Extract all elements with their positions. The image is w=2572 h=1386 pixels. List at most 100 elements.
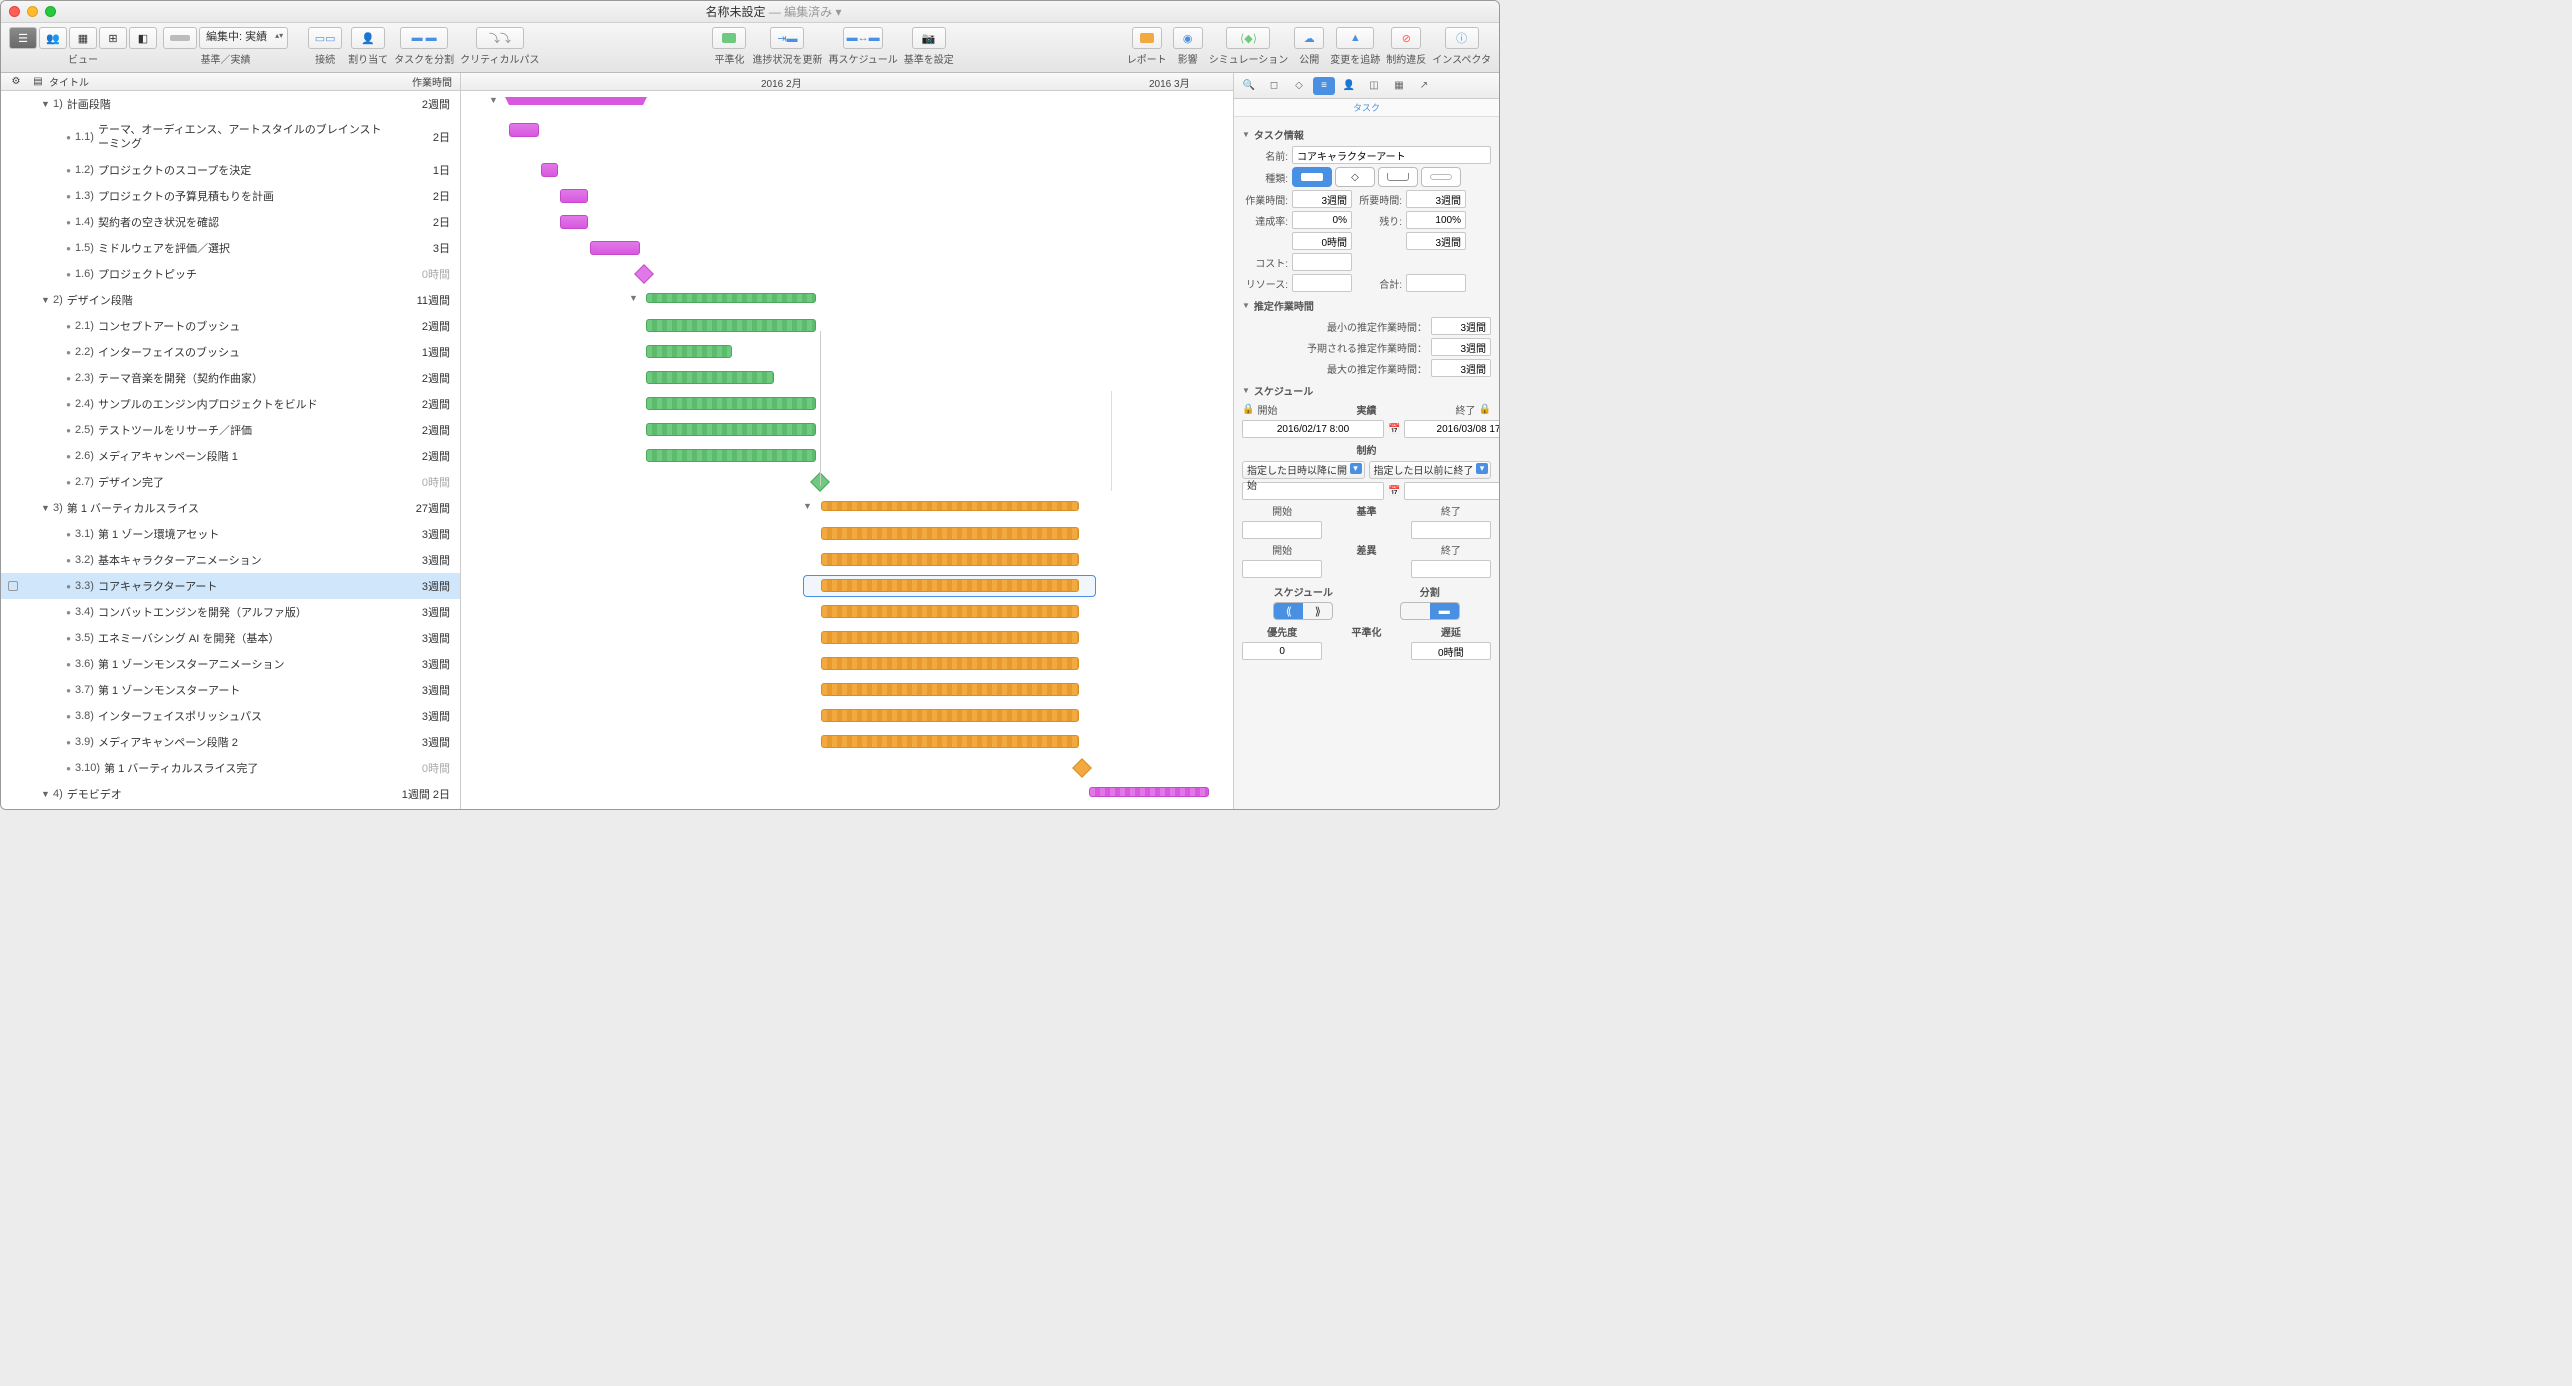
zoom-window-icon[interactable]	[45, 6, 56, 17]
gantt-bar[interactable]	[646, 319, 816, 332]
document-edited-indicator[interactable]: — 編集済み ▾	[769, 5, 842, 19]
reports-button[interactable]	[1132, 27, 1162, 49]
outline-task-row[interactable]: ●2.3)テーマ音楽を開発（契約作曲家）2週間	[1, 365, 460, 391]
inspector-toggle-button[interactable]: ⓘ	[1445, 27, 1479, 49]
cost-input[interactable]	[1292, 253, 1352, 271]
task-title[interactable]: エネミーバシング AI を開発（基本）	[98, 630, 390, 646]
baseline-start-input[interactable]	[1242, 521, 1322, 539]
outline-group-row[interactable]: ▼1)計画段階2週間	[1, 91, 460, 117]
outline-task-row[interactable]: ●3.1)第 1 ゾーン環境アセット3週間	[1, 521, 460, 547]
gantt-bar[interactable]	[646, 345, 732, 358]
est-min-input[interactable]	[1431, 317, 1491, 335]
outline-task-row[interactable]: ●3.5)エネミーバシング AI を開発（基本）3週間	[1, 625, 460, 651]
assign-button[interactable]: 👤	[351, 27, 385, 49]
set-baseline-button[interactable]: 📷	[912, 27, 946, 49]
outline-task-row[interactable]: ●3.4)コンバットエンジンを開発（アルファ版）3週間	[1, 599, 460, 625]
effort-done-input[interactable]	[1292, 232, 1352, 250]
task-title[interactable]: 第 1 バーティカルスライス	[67, 500, 390, 516]
view-styles-button[interactable]: ◧	[129, 27, 157, 49]
outline-task-row[interactable]: ●3.8)インターフェイスポリッシュパス3週間	[1, 703, 460, 729]
outline-group-row[interactable]: ▼2)デザイン段階11週間	[1, 287, 460, 313]
task-title[interactable]: プロジェクトピッチ	[98, 266, 390, 282]
task-title[interactable]: 計画段階	[67, 96, 390, 112]
type-milestone-button[interactable]: ◇	[1335, 167, 1375, 187]
gantt-bar[interactable]	[821, 683, 1079, 696]
effort-input[interactable]	[1292, 190, 1352, 208]
outline-task-row[interactable]: ●1.2)プロジェクトのスコープを決定1日	[1, 157, 460, 183]
inspector-resource-icon[interactable]: 👤	[1338, 77, 1360, 95]
network-button[interactable]: ◉	[1173, 27, 1203, 49]
gantt-bar[interactable]	[821, 527, 1079, 540]
disclosure-triangle-icon[interactable]: ▼	[41, 789, 53, 799]
lock-icon[interactable]: 🔒	[1242, 404, 1254, 415]
gantt-bar[interactable]	[560, 215, 588, 229]
section-task-info[interactable]: タスク情報	[1242, 127, 1491, 142]
task-title[interactable]: 第 1 ゾーンモンスターアニメーション	[98, 656, 390, 672]
gantt-bar[interactable]	[646, 449, 816, 462]
calendar-icon[interactable]: 📅	[1388, 424, 1400, 435]
lock-icon[interactable]: 🔒	[1479, 404, 1491, 415]
violations-button[interactable]: ⊘	[1391, 27, 1421, 49]
gantt-bar[interactable]	[560, 189, 588, 203]
resource-input[interactable]	[1292, 274, 1352, 292]
outline-task-row[interactable]: ●2.2)インターフェイスのブッシュ1週間	[1, 339, 460, 365]
inspector-columns-icon[interactable]: ▦	[1388, 77, 1410, 95]
gantt-bar[interactable]	[821, 553, 1079, 566]
view-gantt-button[interactable]: ☰	[9, 27, 37, 49]
outline-task-row[interactable]: ●3.7)第 1 ゾーンモンスターアート3週間	[1, 677, 460, 703]
connect-button[interactable]: ▭▭	[308, 27, 342, 49]
outline-task-row[interactable]: ●3.2)基本キャラクターアニメーション3週間	[1, 547, 460, 573]
outline-task-row[interactable]: ●3.3)コアキャラクターアート3週間	[1, 573, 460, 599]
end-date-input[interactable]	[1404, 420, 1499, 438]
task-title[interactable]: デモビデオ	[67, 786, 390, 802]
type-hammock-button[interactable]	[1378, 167, 1418, 187]
task-title[interactable]: テーマ、オーディエンス、アートスタイルのブレインストーミング	[98, 123, 390, 152]
total-input[interactable]	[1406, 274, 1466, 292]
critical-path-button[interactable]: ⤵⤵	[476, 27, 524, 49]
gantt-bar[interactable]	[821, 657, 1079, 670]
gantt-bar[interactable]	[646, 371, 774, 384]
gantt-milestone[interactable]	[1072, 758, 1092, 778]
variance-end-input[interactable]	[1411, 560, 1491, 578]
outline-group-row[interactable]: ▼3)第 1 バーティカルスライス27週間	[1, 495, 460, 521]
baseline-mode-select[interactable]: 編集中: 実績▴▾	[199, 27, 288, 49]
baseline-end-input[interactable]	[1411, 521, 1491, 539]
disclosure-triangle-icon[interactable]: ▼	[41, 503, 53, 513]
catchup-button[interactable]: ⇥▬	[770, 27, 804, 49]
gantt-bar[interactable]	[646, 423, 816, 436]
publish-button[interactable]: ☁	[1294, 27, 1324, 49]
gantt-milestone[interactable]	[634, 264, 654, 284]
remaining-input[interactable]	[1406, 211, 1466, 229]
outline-task-row[interactable]: ●2.5)テストツールをリサーチ／評価2週間	[1, 417, 460, 443]
splitting-toggle[interactable]: ▬	[1400, 602, 1460, 620]
outline-task-row[interactable]: ●2.1)コンセプトアートのブッシュ2週間	[1, 313, 460, 339]
gantt-bar[interactable]	[509, 123, 539, 137]
inspector-milestone-icon[interactable]: ◇	[1288, 77, 1310, 95]
outline-task-row[interactable]: ●1.5)ミドルウェアを評価／選択3日	[1, 235, 460, 261]
close-window-icon[interactable]	[9, 6, 20, 17]
task-title[interactable]: ミドルウェアを評価／選択	[98, 240, 390, 256]
inspector-tag-icon[interactable]: ◻	[1263, 77, 1285, 95]
gantt-disclosure-icon[interactable]: ▼	[629, 293, 638, 303]
gantt-bar-selected[interactable]	[821, 579, 1079, 592]
outline-task-row[interactable]: ●3.10)第 1 バーティカルスライス完了0時間	[1, 755, 460, 781]
view-calendar-button[interactable]: ▦	[69, 27, 97, 49]
task-title[interactable]: 基本キャラクターアニメーション	[98, 552, 390, 568]
constraint-end-date-input[interactable]	[1404, 482, 1499, 500]
reschedule-button[interactable]: ▬↔▬	[843, 27, 883, 49]
changetracking-button[interactable]: ▲	[1336, 27, 1374, 49]
gantt-summary-bar[interactable]	[646, 293, 816, 303]
task-title[interactable]: 第 1 バーティカルスライス完了	[104, 760, 390, 776]
task-title[interactable]: メディアキャンペーン段階 2	[98, 734, 390, 750]
section-estimate[interactable]: 推定作業時間	[1242, 298, 1491, 313]
minimize-window-icon[interactable]	[27, 6, 38, 17]
disclosure-triangle-icon[interactable]: ▼	[41, 295, 53, 305]
gantt-timescale[interactable]: 2016 2月 2016 3月	[461, 73, 1233, 91]
task-title[interactable]: テストツールをリサーチ／評価	[98, 422, 390, 438]
est-max-input[interactable]	[1431, 359, 1491, 377]
gantt-bar[interactable]	[821, 631, 1079, 644]
gantt-bar[interactable]	[590, 241, 640, 255]
inspector-export-icon[interactable]: ↗	[1413, 77, 1435, 95]
gantt-bar[interactable]	[821, 735, 1079, 748]
task-title[interactable]: インターフェイスのブッシュ	[98, 344, 390, 360]
